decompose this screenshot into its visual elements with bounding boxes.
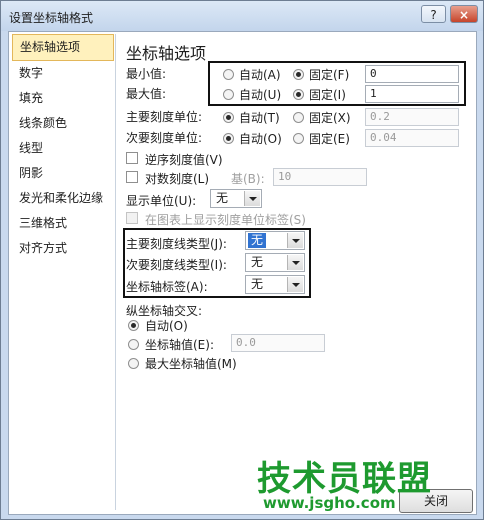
nav-item-number[interactable]: 数字: [11, 61, 115, 86]
nav-item-axis-options[interactable]: 坐标轴选项: [12, 34, 114, 61]
major-unit-input[interactable]: 0.2: [365, 108, 459, 126]
log-scale-label: 对数刻度(L): [145, 172, 210, 186]
cross-value-input[interactable]: 0.0: [231, 334, 325, 352]
log-base-input[interactable]: 10: [273, 168, 367, 186]
nav-item-line-style[interactable]: 线型: [11, 136, 115, 161]
cross-max-label: 最大坐标轴值(M): [145, 357, 237, 371]
minor-unit-fixed-label: 固定(E): [309, 132, 350, 146]
nav-item-3d-format[interactable]: 三维格式: [11, 211, 115, 236]
format-axis-dialog: 设置坐标轴格式 ? × 坐标轴选项 数字 填充 线条颜色 线型 阴影 发光和柔化…: [0, 0, 484, 520]
major-unit-auto-radio[interactable]: [223, 112, 234, 123]
cross-auto-radio[interactable]: [128, 320, 139, 331]
dialog-body: 坐标轴选项 数字 填充 线条颜色 线型 阴影 发光和柔化边缘 三维格式 对齐方式…: [8, 31, 477, 515]
nav-item-glow[interactable]: 发光和柔化边缘: [11, 186, 115, 211]
show-unit-label-text: 在图表上显示刻度单位标签(S): [145, 213, 306, 227]
major-unit-fixed-label: 固定(X): [309, 111, 351, 125]
nav-item-shadow[interactable]: 阴影: [11, 161, 115, 186]
pane-heading: 坐标轴选项: [126, 44, 207, 63]
reverse-order-label: 逆序刻度值(V): [145, 153, 223, 167]
display-unit-label: 显示单位(U):: [126, 194, 197, 208]
display-unit-select[interactable]: 无: [210, 189, 262, 208]
chevron-down-icon: [244, 191, 260, 206]
minor-unit-auto-label: 自动(O): [239, 132, 282, 146]
minor-unit-label: 次要刻度单位:: [126, 131, 203, 145]
major-unit-auto-label: 自动(T): [239, 111, 280, 125]
title-bar: 设置坐标轴格式 ? ×: [1, 1, 483, 31]
log-base-label: 基(B):: [231, 172, 265, 186]
cross-value-label: 坐标轴值(E):: [145, 338, 214, 352]
close-x-button[interactable]: ×: [450, 5, 478, 23]
minor-unit-auto-radio[interactable]: [223, 133, 234, 144]
major-unit-fixed-radio[interactable]: [293, 112, 304, 123]
dialog-title: 设置坐标轴格式: [9, 11, 94, 25]
min-label: 最小值:: [126, 67, 167, 81]
tick-type-highlight-frame: [123, 228, 311, 298]
watermark-text: 技术员联盟: [257, 459, 432, 499]
cross-value-radio[interactable]: [128, 339, 139, 350]
category-list: 坐标轴选项 数字 填充 线条颜色 线型 阴影 发光和柔化边缘 三维格式 对齐方式: [11, 34, 116, 510]
minor-unit-fixed-radio[interactable]: [293, 133, 304, 144]
major-unit-label: 主要刻度单位:: [126, 110, 203, 124]
cross-max-radio[interactable]: [128, 358, 139, 369]
show-unit-label-checkbox[interactable]: [126, 212, 138, 224]
axis-options-pane: 坐标轴选项 最小值: 自动(A) 固定(F) 0 最大值: 自动(U) 固定(I…: [121, 32, 471, 512]
watermark-url: www.jsgho.com: [263, 494, 396, 512]
nav-item-line-color[interactable]: 线条颜色: [11, 111, 115, 136]
minor-unit-input[interactable]: 0.04: [365, 129, 459, 147]
reverse-order-checkbox[interactable]: [126, 152, 138, 164]
min-max-highlight-frame: [208, 61, 466, 106]
nav-item-alignment[interactable]: 对齐方式: [11, 236, 115, 261]
log-scale-checkbox[interactable]: [126, 171, 138, 183]
cross-auto-label: 自动(O): [145, 319, 188, 333]
help-button[interactable]: ?: [421, 5, 446, 23]
nav-item-fill[interactable]: 填充: [11, 86, 115, 111]
max-label: 最大值:: [126, 87, 167, 101]
display-unit-value: 无: [216, 191, 229, 205]
